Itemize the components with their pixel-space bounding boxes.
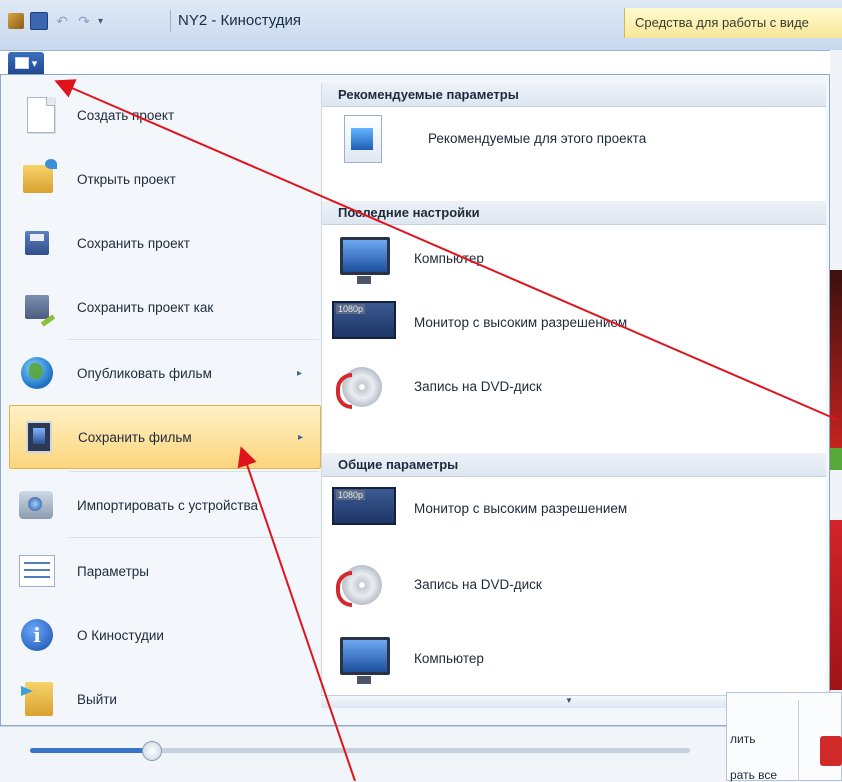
panel-red-icon[interactable] — [820, 736, 842, 766]
menu-item-label: Сохранить проект как — [77, 299, 214, 315]
new-document-icon — [27, 97, 55, 133]
dvd-disc-icon — [336, 565, 382, 607]
camera-import-icon — [19, 491, 53, 519]
section-header-recommended: Рекомендуемые параметры — [322, 83, 826, 107]
submenu-item-common-dvd[interactable]: Запись на DVD-диск — [322, 555, 826, 619]
quick-save-icon[interactable] — [30, 12, 48, 30]
menu-divider — [69, 471, 319, 472]
menu-item-options[interactable]: Параметры — [9, 539, 321, 603]
save-movie-submenu: Рекомендуемые параметры Рекомендуемые дл… — [321, 83, 826, 695]
storyboard-area — [0, 726, 842, 782]
application-menu: Создать проект Открыть проект Сохранить … — [0, 74, 830, 726]
computer-monitor-icon — [340, 637, 390, 684]
menu-divider — [69, 537, 319, 538]
submenu-item-recent-dvd[interactable]: Запись на DVD-диск — [322, 357, 826, 421]
background-green-strip — [830, 448, 842, 470]
section-header-recent: Последние настройки — [322, 201, 826, 225]
submenu-item-common-computer[interactable]: Компьютер — [322, 629, 826, 693]
window-title: NY2 - Киностудия — [178, 12, 302, 29]
menu-item-label: Открыть проект — [77, 171, 176, 187]
menu-left-column: Создать проект Открыть проект Сохранить … — [9, 83, 321, 719]
menu-item-label: Импортировать с устройства — [77, 497, 259, 513]
contextual-tab-video-tools[interactable]: Средства для работы с виде — [624, 8, 842, 38]
exit-icon — [25, 682, 53, 716]
app-icon[interactable] — [8, 13, 24, 29]
zoom-slider-thumb[interactable] — [142, 741, 162, 761]
chevron-down-icon: ▾ — [31, 57, 38, 70]
panel-divider — [798, 700, 799, 781]
submenu-item-label: Компьютер — [414, 251, 484, 266]
menu-item-label: О Киностудии — [77, 627, 164, 643]
menu-item-label: Выйти — [77, 691, 117, 707]
customize-toolbar-chevron-icon[interactable]: ▾ — [98, 16, 103, 27]
menu-item-label: Опубликовать фильм — [77, 365, 212, 381]
title-separator — [170, 10, 171, 32]
title-bar: ↶ ↷ ▾ NY2 - Киностудия Средства для рабо… — [0, 0, 842, 51]
submenu-item-label: Запись на DVD-диск — [414, 577, 542, 592]
quick-access-toolbar: ↶ ↷ ▾ — [8, 12, 103, 30]
save-floppy-icon — [25, 231, 49, 255]
menu-item-label: Параметры — [77, 563, 149, 579]
submenu-item-recent-hd-monitor[interactable]: Монитор с высоким разрешением — [322, 293, 826, 357]
menu-item-label: Сохранить фильм — [78, 429, 192, 445]
info-icon: i — [21, 619, 53, 651]
menu-item-new-project[interactable]: Создать проект — [9, 83, 321, 147]
hd-monitor-icon — [332, 487, 396, 525]
app-menu-button[interactable]: ▾ — [8, 52, 44, 74]
zoom-slider-fill — [30, 748, 150, 753]
scroll-down-icon: ▼ — [565, 696, 573, 705]
menu-item-open-project[interactable]: Открыть проект — [9, 147, 321, 211]
film-icon — [26, 421, 52, 453]
menu-item-exit[interactable]: Выйти — [9, 667, 321, 731]
background-preview-image — [830, 270, 842, 450]
open-folder-icon — [23, 159, 57, 193]
redo-icon[interactable]: ↷ — [76, 13, 92, 29]
submenu-item-label: Рекомендуемые для этого проекта — [428, 131, 647, 146]
submenu-item-label: Запись на DVD-диск — [414, 379, 542, 394]
submenu-item-common-hd-monitor[interactable]: Монитор с высоким разрешением — [322, 479, 826, 543]
submenu-item-label: Монитор с высоким разрешением — [414, 501, 628, 516]
hd-monitor-icon — [332, 301, 396, 339]
submenu-item-recommended[interactable]: Рекомендуемые для этого проекта — [322, 109, 826, 173]
save-as-icon — [25, 295, 49, 319]
recommended-settings-icon — [344, 115, 382, 163]
panel-text-fragment[interactable]: рать все — [730, 768, 777, 782]
globe-icon — [21, 357, 53, 389]
menu-item-about[interactable]: i О Киностудии — [9, 603, 321, 667]
section-header-common: Общие параметры — [322, 453, 826, 477]
dvd-disc-icon — [336, 367, 382, 409]
menu-box-icon — [14, 57, 29, 69]
submenu-item-label: Монитор с высоким разрешением — [414, 315, 628, 330]
background-thumbnail — [830, 520, 842, 690]
menu-item-save-project[interactable]: Сохранить проект — [9, 211, 321, 275]
undo-icon[interactable]: ↶ — [54, 13, 70, 29]
options-list-icon — [19, 555, 55, 587]
computer-monitor-icon — [340, 237, 390, 284]
submenu-item-label: Компьютер — [414, 651, 484, 666]
menu-item-label: Создать проект — [77, 107, 175, 123]
panel-text-fragment[interactable]: лить — [730, 732, 755, 746]
menu-item-save-project-as[interactable]: Сохранить проект как — [9, 275, 321, 339]
submenu-arrow-icon: ▸ — [298, 431, 304, 443]
menu-item-save-movie[interactable]: Сохранить фильм ▸ — [9, 405, 321, 469]
submenu-item-recent-computer[interactable]: Компьютер — [322, 229, 826, 293]
submenu-arrow-icon: ▸ — [297, 367, 303, 379]
menu-item-label: Сохранить проект — [77, 235, 190, 251]
menu-divider — [69, 339, 319, 340]
menu-item-publish-movie[interactable]: Опубликовать фильм ▸ — [9, 341, 321, 405]
menu-item-import-from-device[interactable]: Импортировать с устройства — [9, 473, 321, 537]
